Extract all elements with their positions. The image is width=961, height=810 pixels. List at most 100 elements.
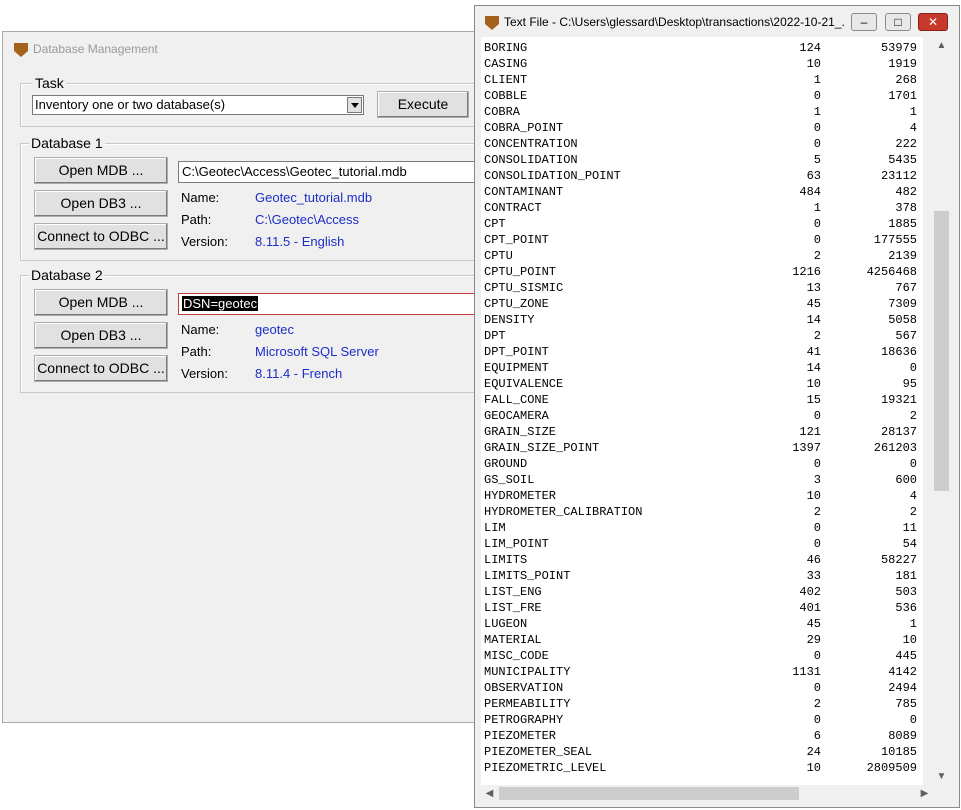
text-file-window: Text File - C:\Users\glessard\Desktop\tr… — [474, 5, 960, 808]
horizontal-scroll-thumb[interactable] — [499, 787, 799, 800]
table-name: LIST_ENG — [484, 585, 542, 599]
count-2: 95 — [902, 377, 917, 391]
count-1: 14 — [806, 313, 821, 327]
count-2: 58227 — [880, 553, 917, 567]
count-2: 4 — [909, 121, 917, 135]
count-1: 2 — [813, 697, 821, 711]
close-icon: ✕ — [927, 15, 939, 29]
task-select[interactable]: Inventory one or two database(s) — [32, 95, 364, 115]
table-name: GEOCAMERA — [484, 409, 549, 423]
count-1: 10 — [806, 761, 821, 775]
db1-path-input[interactable]: C:\Geotec\Access\Geotec_tutorial.mdb — [178, 161, 498, 183]
count-1: 41 — [806, 345, 821, 359]
count-1: 124 — [799, 41, 821, 55]
table-name: CONTAMINANT — [484, 185, 564, 199]
db2-open-mdb-button[interactable]: Open MDB ... — [34, 289, 168, 316]
table-name: CPTU_ZONE — [484, 297, 549, 311]
close-button[interactable]: ✕ — [918, 13, 948, 31]
db2-connect-odbc-button[interactable]: Connect to ODBC ... — [34, 355, 168, 382]
count-1: 0 — [813, 457, 821, 471]
table-name: CASING — [484, 57, 528, 71]
scroll-up-icon[interactable]: ▲ — [933, 37, 950, 54]
count-1: 1216 — [792, 265, 821, 279]
db-window-titlebar[interactable]: Database Management — [3, 32, 511, 62]
count-1: 402 — [799, 585, 821, 599]
count-2: 53979 — [880, 41, 917, 55]
count-1: 6 — [813, 729, 821, 743]
count-1: 10 — [806, 57, 821, 71]
database-management-window: Database Management Task Inventory one o… — [2, 31, 522, 723]
count-2: 5058 — [888, 313, 917, 327]
table-name: DPT_POINT — [484, 345, 549, 359]
count-2: 0 — [909, 713, 917, 727]
horizontal-scrollbar[interactable]: ◀ ▶ — [481, 785, 933, 802]
count-1: 33 — [806, 569, 821, 583]
count-1: 1397 — [792, 441, 821, 455]
count-1: 0 — [813, 137, 821, 151]
db2-open-db3-button[interactable]: Open DB3 ... — [34, 322, 168, 349]
table-name: CPT — [484, 217, 506, 231]
task-select-value: Inventory one or two database(s) — [35, 97, 226, 112]
table-name: CPTU — [484, 249, 513, 263]
table-name: EQUIPMENT — [484, 361, 549, 375]
count-1: 0 — [813, 409, 821, 423]
count-1: 1 — [813, 201, 821, 215]
db2-dsn-input[interactable]: DSN=geotec — [178, 293, 498, 315]
count-2: 54 — [902, 537, 917, 551]
db1-open-db3-button[interactable]: Open DB3 ... — [34, 190, 168, 217]
scroll-right-icon[interactable]: ▶ — [916, 785, 933, 802]
count-2: 177555 — [873, 233, 917, 247]
table-name: CONTRACT — [484, 201, 542, 215]
count-2: 4256468 — [866, 265, 917, 279]
count-1: 0 — [813, 217, 821, 231]
count-2: 23112 — [880, 169, 917, 183]
table-name: LIM_POINT — [484, 537, 549, 551]
text-content-area[interactable]: BORING 124 53979 CASING 10 1919 CLIENT 1 268 COBB… — [481, 37, 923, 785]
count-2: 10185 — [880, 745, 917, 759]
count-1: 2 — [813, 329, 821, 343]
table-name: CONSOLIDATION_POINT — [484, 169, 621, 183]
db1-connect-odbc-button[interactable]: Connect to ODBC ... — [34, 223, 168, 250]
table-name: LIMITS_POINT — [484, 569, 571, 583]
maximize-icon: □ — [894, 15, 902, 29]
count-2: 1701 — [888, 89, 917, 103]
count-1: 45 — [806, 617, 821, 631]
db1-path-value: C:\Geotec\Access — [255, 212, 360, 227]
count-2: 2809509 — [866, 761, 917, 775]
text-window-title: Text File - C:\Users\glessard\Desktop\tr… — [504, 15, 844, 29]
count-1: 401 — [799, 601, 821, 615]
table-name: LIM — [484, 521, 506, 535]
count-2: 11 — [902, 521, 917, 535]
count-1: 2 — [813, 505, 821, 519]
db1-version-label: Version: — [181, 234, 228, 249]
count-2: 4 — [909, 489, 917, 503]
vertical-scrollbar[interactable]: ▲ ▼ — [933, 37, 950, 785]
task-group-label: Task — [33, 75, 66, 91]
count-1: 10 — [806, 377, 821, 391]
chevron-down-icon[interactable] — [347, 97, 362, 113]
execute-button[interactable]: Execute — [377, 91, 469, 118]
minimize-button[interactable]: – — [851, 13, 877, 31]
count-1: 484 — [799, 185, 821, 199]
count-2: 2 — [909, 409, 917, 423]
scroll-left-icon[interactable]: ◀ — [481, 785, 498, 802]
table-name: HYDROMETER — [484, 489, 557, 503]
minimize-icon: – — [860, 15, 868, 29]
vertical-scroll-thumb[interactable] — [934, 211, 949, 491]
scroll-down-icon[interactable]: ▼ — [933, 768, 950, 785]
db2-dsn-selected-text: DSN=geotec — [182, 296, 259, 311]
table-name: GS_SOIL — [484, 473, 535, 487]
count-2: 1919 — [888, 57, 917, 71]
count-2: 378 — [895, 201, 917, 215]
count-2: 567 — [895, 329, 917, 343]
table-name: OBSERVATION — [484, 681, 564, 695]
text-window-titlebar[interactable]: Text File - C:\Users\glessard\Desktop\tr… — [475, 6, 959, 38]
table-name: GRAIN_SIZE — [484, 425, 557, 439]
table-name: PERMEABILITY — [484, 697, 571, 711]
count-2: 0 — [909, 457, 917, 471]
db1-open-mdb-button[interactable]: Open MDB ... — [34, 157, 168, 184]
count-2: 181 — [895, 569, 917, 583]
table-name: MISC_CODE — [484, 649, 549, 663]
count-2: 445 — [895, 649, 917, 663]
maximize-button[interactable]: □ — [885, 13, 911, 31]
